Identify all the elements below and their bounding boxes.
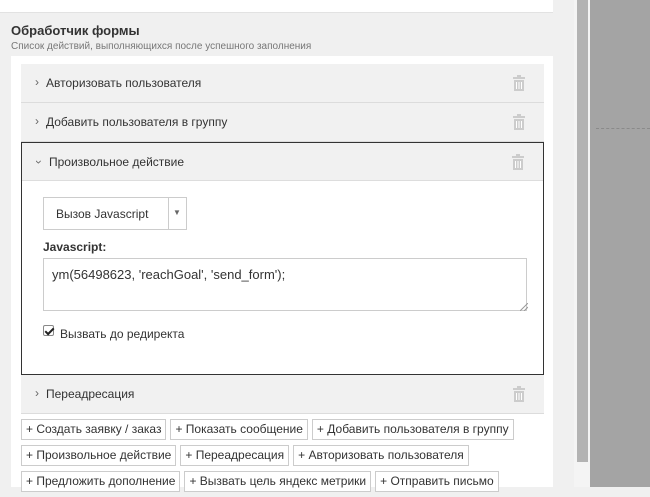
trash-icon[interactable] bbox=[511, 154, 525, 170]
action-item: › Добавить пользователя в группу bbox=[21, 103, 544, 142]
add-suggest-addition-button[interactable]: + Предложить дополнение bbox=[21, 471, 181, 492]
add-show-message-button[interactable]: + Показать сообщение bbox=[170, 419, 308, 440]
button-row: + Предложить дополнение + Вызвать цель я… bbox=[21, 471, 551, 492]
action-title: Добавить пользователя в группу bbox=[46, 115, 228, 129]
add-custom-action-button[interactable]: + Произвольное действие bbox=[21, 445, 177, 466]
action-body: Вызов Javascript ▼ Javascript: ym(564986… bbox=[22, 181, 543, 374]
trash-icon[interactable] bbox=[512, 386, 526, 402]
action-header[interactable]: › Произвольное действие bbox=[22, 143, 543, 181]
chevron-right-icon: › bbox=[35, 386, 39, 400]
action-title: Авторизовать пользователя bbox=[46, 76, 202, 90]
javascript-label: Javascript: bbox=[43, 240, 107, 254]
actions-panel: › Авторизовать пользователя › Добавить п… bbox=[11, 56, 553, 492]
add-metrika-goal-button[interactable]: + Вызвать цель яндекс метрики bbox=[184, 471, 372, 492]
add-send-email-button[interactable]: + Отправить письмо bbox=[375, 471, 499, 492]
chevron-right-icon: › bbox=[35, 75, 39, 89]
side-divider bbox=[596, 128, 650, 129]
select-value: Вызов Javascript bbox=[56, 207, 149, 221]
action-title: Переадресация bbox=[46, 387, 135, 401]
add-action-buttons: + Создать заявку / заказ + Показать сооб… bbox=[21, 419, 551, 497]
action-type-select[interactable]: Вызов Javascript ▼ bbox=[43, 197, 187, 230]
side-panel bbox=[590, 0, 650, 487]
redirect-checkbox[interactable] bbox=[43, 325, 54, 336]
button-row: + Произвольное действие + Переадресация … bbox=[21, 445, 551, 466]
action-list: › Авторизовать пользователя › Добавить п… bbox=[21, 64, 544, 414]
javascript-code-input[interactable]: ym(56498623, 'reachGoal', 'send_form'); bbox=[43, 258, 527, 311]
section-title: Обработчик формы bbox=[11, 23, 140, 38]
action-header[interactable]: › Переадресация bbox=[21, 375, 544, 413]
trash-icon[interactable] bbox=[512, 75, 526, 91]
action-header[interactable]: › Авторизовать пользователя bbox=[21, 64, 544, 102]
add-create-order-button[interactable]: + Создать заявку / заказ bbox=[21, 419, 167, 440]
scrollbar-thumb[interactable] bbox=[577, 0, 588, 462]
chevron-down-icon: › bbox=[32, 160, 46, 164]
resize-grip-icon[interactable] bbox=[520, 303, 528, 311]
action-item: › Авторизовать пользователя bbox=[21, 64, 544, 103]
section-subtitle: Список действий, выполняющихся после усп… bbox=[11, 41, 312, 52]
caret-down-icon: ▼ bbox=[173, 208, 181, 217]
redirect-checkbox-label: Вызвать до редиректа bbox=[60, 327, 185, 341]
action-item: › Переадресация bbox=[21, 375, 544, 414]
previous-panel bbox=[0, 0, 553, 13]
action-title: Произвольное действие bbox=[49, 155, 185, 169]
action-header[interactable]: › Добавить пользователя в группу bbox=[21, 103, 544, 141]
select-divider bbox=[168, 198, 169, 229]
trash-icon[interactable] bbox=[512, 114, 526, 130]
add-redirect-button[interactable]: + Переадресация bbox=[180, 445, 290, 466]
add-authorize-user-button[interactable]: + Авторизовать пользователя bbox=[293, 445, 469, 466]
chevron-right-icon: › bbox=[35, 114, 39, 128]
add-user-to-group-button[interactable]: + Добавить пользователя в группу bbox=[311, 419, 514, 440]
button-row: + Создать заявку / заказ + Показать сооб… bbox=[21, 419, 551, 440]
action-item-expanded: › Произвольное действие Вызов Javascript… bbox=[21, 142, 544, 375]
